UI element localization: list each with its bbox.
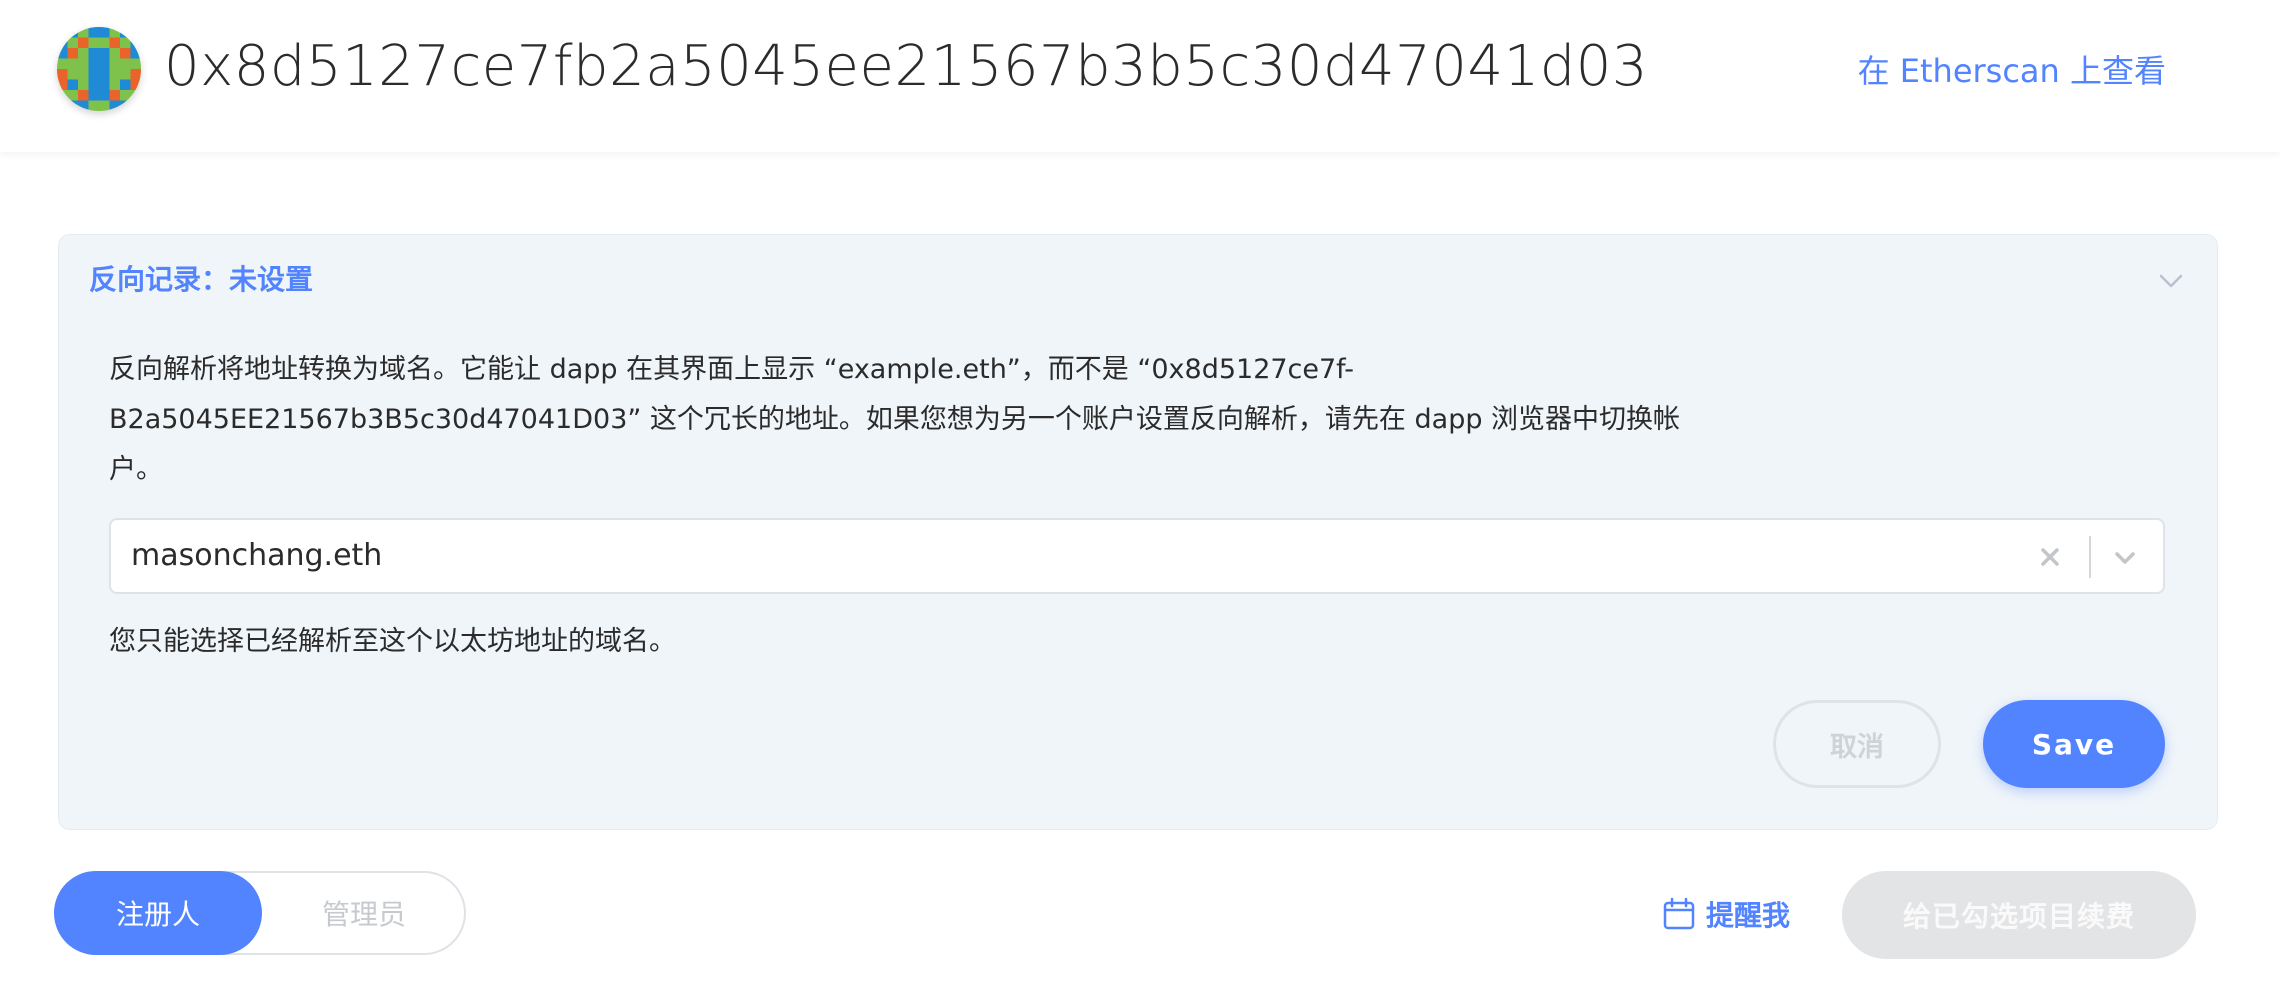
etherscan-link[interactable]: 在 Etherscan 上查看 <box>1858 48 2166 94</box>
reverse-name-select[interactable]: masonchang.eth <box>109 518 2165 594</box>
role-toggle: 注册人 管理员 <box>54 871 466 955</box>
selected-name: masonchang.eth <box>131 538 383 573</box>
select-hint: 您只能选择已经解析至这个以太坊地址的域名。 <box>109 626 676 657</box>
reverse-record-title[interactable]: 反向记录：未设置 <box>89 259 313 301</box>
collapse-chevron-icon[interactable] <box>2151 261 2191 301</box>
clear-icon[interactable] <box>2035 542 2065 572</box>
page-header: 0x8d5127ce7fb2a5045ee21567b3b5c30d47041d… <box>0 0 2280 152</box>
select-separator <box>2089 536 2091 578</box>
reverse-record-panel: 反向记录：未设置 反向解析将地址转换为域名。它能让 dapp 在其界面上显示 “… <box>58 234 2218 830</box>
tab-registrant[interactable]: 注册人 <box>54 871 262 955</box>
blockie-avatar-icon <box>57 27 141 111</box>
calendar-icon <box>1663 897 1695 930</box>
tab-controller[interactable]: 管理员 <box>264 873 464 953</box>
remind-me-label: 提醒我 <box>1706 899 1791 932</box>
cancel-button[interactable]: 取消 <box>1773 700 1941 788</box>
save-button[interactable]: Save <box>1983 700 2165 788</box>
remind-me-button[interactable]: 提醒我 <box>1662 892 1790 936</box>
renew-selected-button[interactable]: 给已勾选项目续费 <box>1842 871 2196 959</box>
reverse-record-description: 反向解析将地址转换为域名。它能让 dapp 在其界面上显示 “example.e… <box>109 354 1681 485</box>
address-title: 0x8d5127ce7fb2a5045ee21567b3b5c30d47041d… <box>164 34 1648 99</box>
chevron-down-icon[interactable] <box>2109 542 2141 574</box>
